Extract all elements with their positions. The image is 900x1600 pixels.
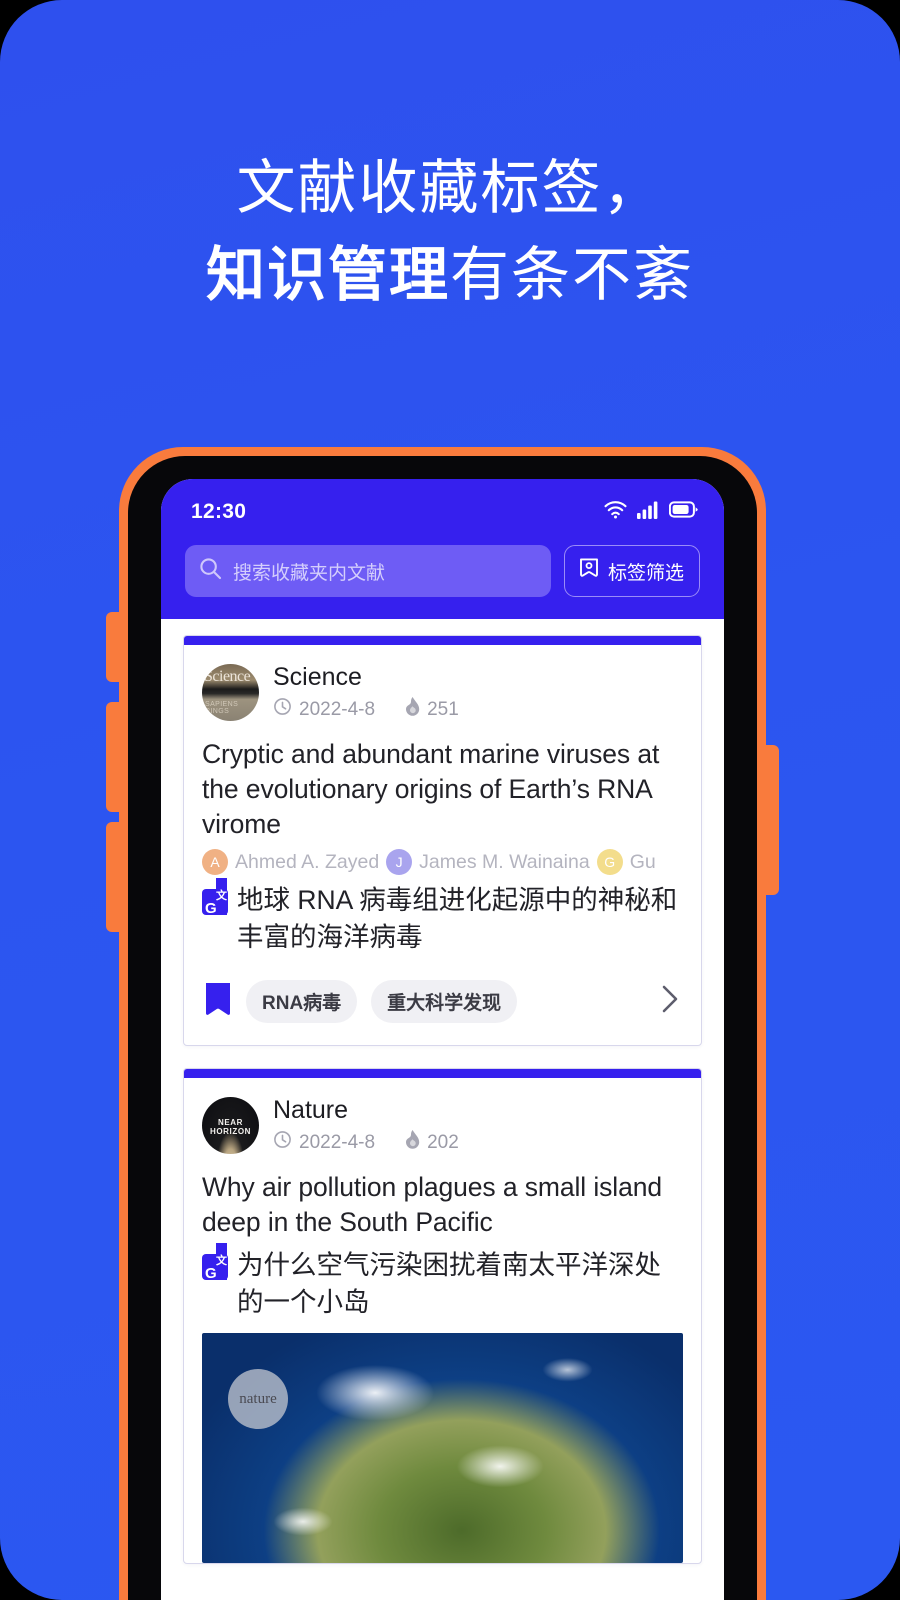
- card-sub-row: 2022-4-8 202: [273, 1130, 459, 1155]
- status-time: 12:30: [191, 500, 247, 523]
- avatar: J: [386, 849, 413, 875]
- phone-mute-button[interactable]: [106, 612, 128, 682]
- nature-cover-avatar: [202, 1096, 259, 1154]
- card-sub-row: 2022-4-8 251: [273, 697, 459, 722]
- tag-filter-button[interactable]: 标签筛选: [563, 545, 700, 597]
- science-cover-avatar: [202, 663, 259, 721]
- clock-icon: [273, 1130, 292, 1155]
- publish-date-text: 2022-4-8: [299, 698, 376, 720]
- search-input[interactable]: 搜索收藏夹内文献: [185, 545, 551, 597]
- search-icon: [199, 557, 222, 585]
- heat-count-text: 251: [427, 698, 459, 720]
- tag-filter-label: 标签筛选: [607, 562, 684, 584]
- headline-line-1: 文献收藏标签，: [236, 155, 664, 221]
- card-body: Science 2022-4-8: [184, 645, 701, 1045]
- paper-hero-image: nature: [202, 1333, 683, 1563]
- phone-volume-up-button[interactable]: [106, 702, 128, 812]
- publish-date: 2022-4-8: [273, 1130, 375, 1155]
- status-icons: [603, 500, 698, 524]
- author-list: A Ahmed A. Zayed J James M. Wainaina G G…: [202, 849, 683, 875]
- paper-title: Why air pollution plagues a small island…: [202, 1172, 662, 1237]
- signal-bars-icon: [637, 500, 660, 524]
- paper-translation: 为什么空气污染困扰着南太平洋深处的一个小岛: [237, 1250, 661, 1317]
- heat-count: 251: [405, 697, 459, 722]
- phone-mockup: 12:30 搜索收藏夹内文献 标签筛选 Science SAPIENS RING…: [106, 447, 779, 1600]
- avatar: A: [202, 849, 228, 875]
- phone-screen: 12:30 搜索收藏夹内文献 标签筛选 Science SAPIENS RING…: [161, 479, 724, 1600]
- heat-count-text: 202: [427, 1131, 459, 1153]
- paper-title: Cryptic and abundant marine viruses at t…: [202, 739, 660, 839]
- card-accent-bar: [184, 636, 701, 645]
- status-bar: 12:30: [161, 479, 724, 537]
- publish-date: 2022-4-8: [273, 697, 375, 722]
- card-tag-row: RNA病毒 重大科学发现: [202, 956, 683, 1045]
- battery-icon: [668, 501, 698, 523]
- journal-name: Science: [273, 663, 362, 691]
- google-translate-icon: G文: [202, 878, 228, 917]
- paper-feed: Science 2022-4-8: [161, 619, 724, 1600]
- google-translate-icon: G文: [202, 1243, 228, 1282]
- phone-power-button[interactable]: [757, 745, 779, 895]
- paper-tag[interactable]: RNA病毒: [246, 980, 358, 1023]
- chevron-right-icon[interactable]: [659, 982, 681, 1021]
- publish-date-text: 2022-4-8: [299, 1131, 376, 1153]
- promo-headline: 文献收藏标签， 知识管理有条不紊: [0, 148, 900, 316]
- headline-line-2: 知识管理有条不紊: [0, 234, 900, 316]
- card-source-meta: Nature 2022-4-8 202: [273, 1095, 459, 1155]
- card-accent-bar: [184, 1069, 701, 1078]
- search-placeholder: 搜索收藏夹内文献: [233, 562, 386, 584]
- card-source-row: Nature 2022-4-8: [202, 1095, 683, 1155]
- heat-count: 202: [405, 1130, 459, 1155]
- author-name: James M. Wainaina: [419, 850, 590, 873]
- tag-bookmark-icon: [578, 556, 600, 587]
- promo-page: 文献收藏标签， 知识管理有条不紊 12:30 搜索收藏夹内文献 标签筛选 Sci…: [0, 0, 900, 1600]
- paper-card[interactable]: Science 2022-4-8: [183, 635, 702, 1046]
- avatar: G: [596, 849, 623, 875]
- bookmark-filled-icon[interactable]: [204, 982, 232, 1021]
- nature-watermark: nature: [228, 1369, 288, 1429]
- clock-icon: [273, 697, 292, 722]
- headline-line-2-strong: 知识管理: [205, 242, 450, 308]
- headline-line-2-rest: 有条不紊: [450, 242, 695, 308]
- paper-card[interactable]: Nature 2022-4-8: [183, 1068, 702, 1564]
- search-row: 搜索收藏夹内文献 标签筛选: [161, 537, 724, 597]
- paper-tag[interactable]: 重大科学发现: [371, 980, 518, 1023]
- author-name: Ahmed A. Zayed: [235, 850, 380, 873]
- card-body: Nature 2022-4-8: [184, 1078, 701, 1321]
- journal-name: Nature: [273, 1096, 349, 1124]
- card-source-row: Science 2022-4-8: [202, 662, 683, 722]
- card-source-meta: Science 2022-4-8 251: [273, 662, 459, 722]
- phone-volume-down-button[interactable]: [106, 822, 128, 932]
- wifi-icon: [603, 500, 628, 524]
- paper-translation-row: G文 为什么空气污染困扰着南太平洋深处的一个小岛: [202, 1243, 683, 1321]
- flame-icon: [405, 1130, 420, 1155]
- paper-translation: 地球 RNA 病毒组进化起源中的神秘和丰富的海洋病毒: [237, 885, 678, 952]
- author-name: Gu: [629, 850, 656, 873]
- paper-translation-row: G文 地球 RNA 病毒组进化起源中的神秘和丰富的海洋病毒: [202, 878, 683, 956]
- flame-icon: [405, 697, 420, 722]
- app-header: 12:30 搜索收藏夹内文献 标签筛选: [161, 479, 724, 619]
